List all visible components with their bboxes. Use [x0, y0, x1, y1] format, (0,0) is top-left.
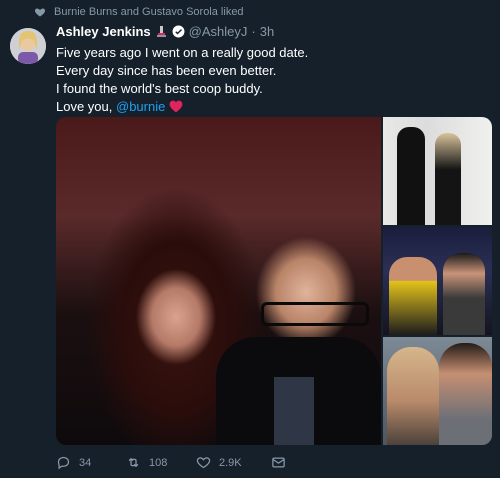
message-icon [272, 457, 285, 468]
avatar-image [10, 28, 46, 64]
photo-selfie[interactable] [383, 337, 492, 445]
media-grid [56, 117, 492, 445]
tweet-time[interactable]: 3h [260, 24, 274, 39]
tweet-header: Ashley Jenkins @AshleyJ · 3h [56, 24, 274, 39]
social-context-text: Burnie Burns and Gustavo Sorola liked [54, 6, 244, 18]
retweet-count: 108 [149, 456, 168, 469]
trophy-icon [155, 25, 168, 38]
photo-red-carpet[interactable] [383, 117, 492, 225]
avatar[interactable] [10, 28, 46, 64]
author-name[interactable]: Ashley Jenkins [56, 24, 151, 39]
tweet-line: Five years ago I went on a really good d… [56, 45, 309, 60]
photo-figure [397, 127, 425, 225]
reply-button[interactable]: 34 [56, 455, 126, 470]
photo-figure [389, 257, 437, 335]
photo-main[interactable] [56, 117, 381, 445]
photo-figure [439, 343, 492, 445]
photo-figure [435, 133, 461, 225]
photo-figure [387, 347, 439, 445]
tweet-actions: 34 108 2.9K [56, 455, 286, 470]
like-icon [196, 457, 211, 469]
red-heart-icon [169, 100, 183, 113]
tweet-line: Every day since has been even better. [56, 63, 277, 78]
heart-icon [34, 8, 46, 17]
tweet-text: Five years ago I went on a really good d… [56, 44, 308, 116]
tweet-line: Love you, [56, 99, 113, 114]
message-button[interactable] [271, 455, 286, 470]
reply-count: 34 [79, 456, 92, 469]
media-side-column [383, 117, 492, 445]
verified-icon [172, 25, 185, 38]
retweet-icon [128, 457, 139, 468]
retweet-button[interactable]: 108 [126, 455, 196, 470]
tweet-line: I found the world's best coop buddy. [56, 81, 263, 96]
photo-event[interactable] [383, 227, 492, 335]
mention-link[interactable]: @burnie [116, 99, 165, 114]
tweet-line-last: Love you, @burnie [56, 98, 308, 116]
photo-glasses [261, 302, 369, 326]
photo-shirt [274, 377, 314, 445]
like-button[interactable]: 2.9K [196, 455, 271, 470]
author-handle[interactable]: @AshleyJ [189, 24, 248, 39]
photo-figure [443, 253, 485, 335]
like-count: 2.9K [219, 456, 242, 469]
reply-icon [57, 456, 70, 470]
separator-dot: · [251, 24, 256, 39]
social-context[interactable]: Burnie Burns and Gustavo Sorola liked [34, 6, 244, 18]
